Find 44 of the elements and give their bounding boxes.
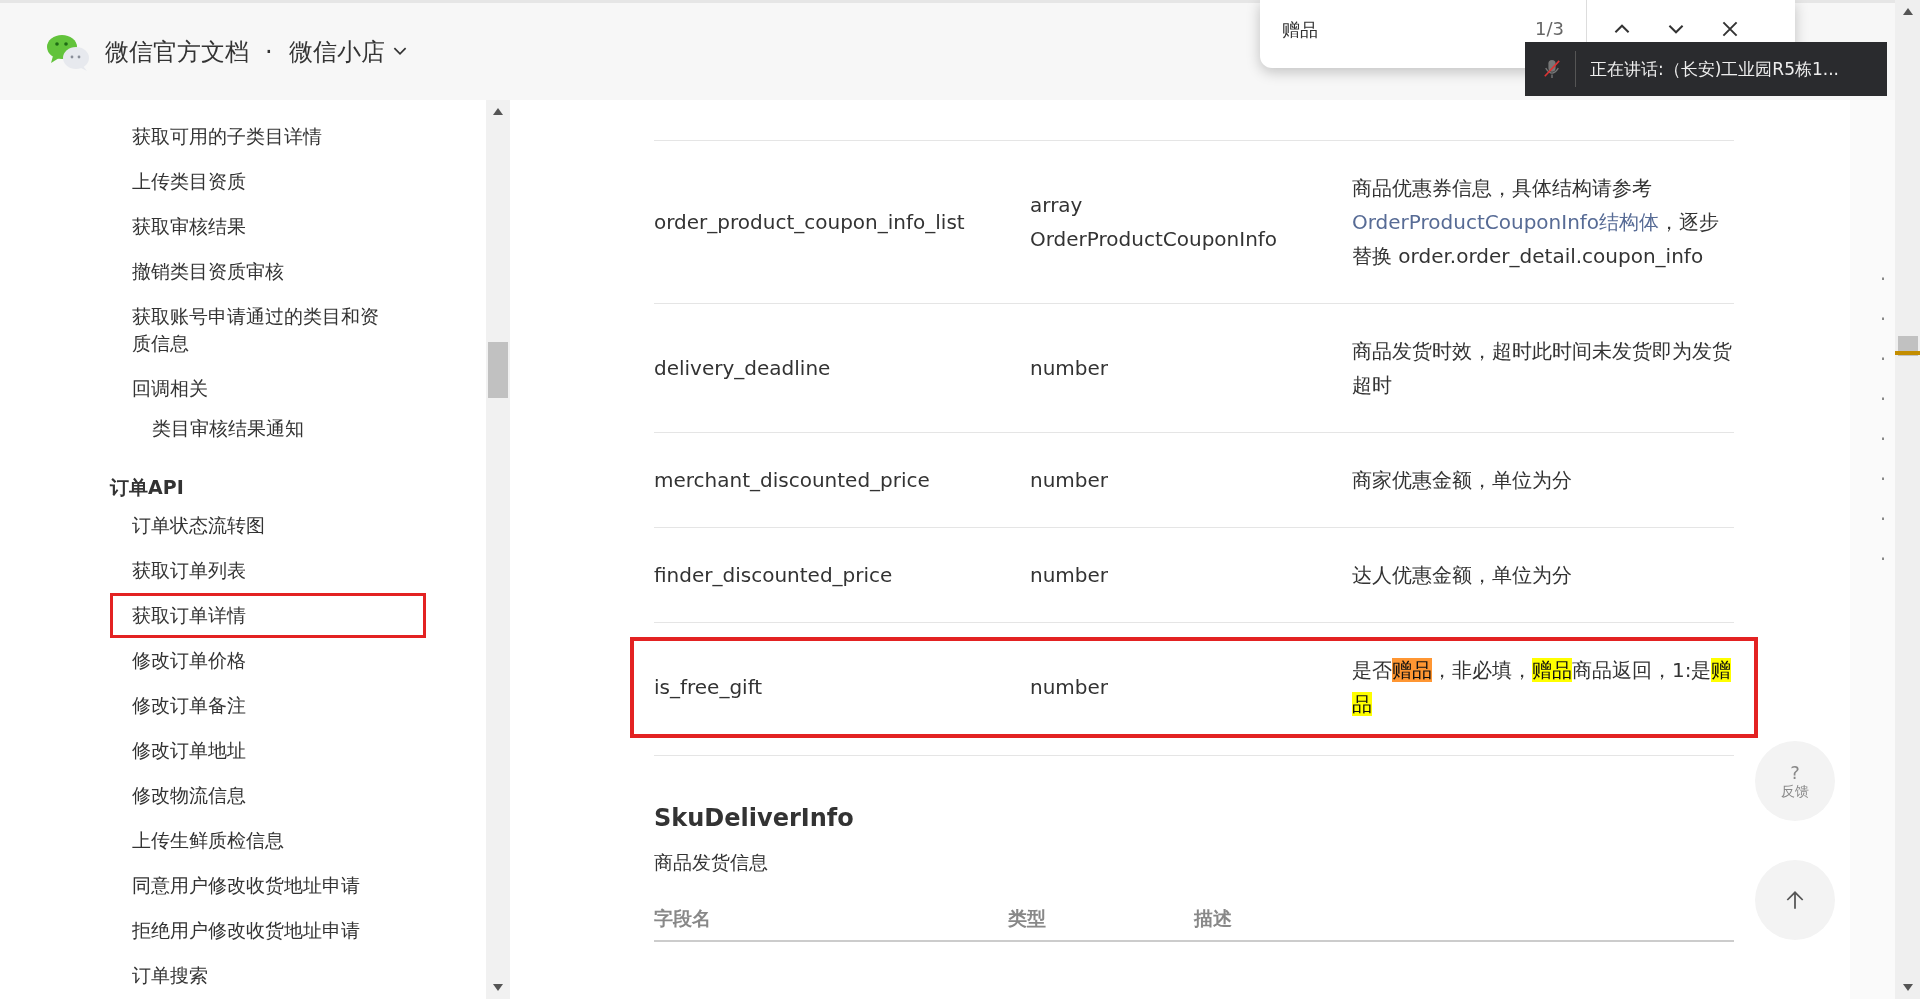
field-name-cell-text: order_product_coupon_info_list bbox=[654, 209, 966, 236]
column-header: 字段名 bbox=[654, 906, 712, 931]
section-title: SkuDeliverInfo bbox=[654, 804, 854, 832]
nav-item[interactable]: 上传生鲜质检信息 bbox=[110, 818, 410, 863]
find-input[interactable]: 赠品 bbox=[1282, 18, 1536, 42]
nav-item[interactable]: 获取订单详情 bbox=[110, 593, 426, 638]
description-cell-text: 是否赠品，非必填，赠品商品返回，1:是赠品 bbox=[1352, 657, 1733, 718]
type-cell-text: number bbox=[1030, 355, 1110, 382]
section-description: 商品发货信息 bbox=[654, 850, 769, 875]
description-cell-text: 商品优惠券信息，具体结构请参考 OrderProductCouponInfo结构体，逐步替换 order.order_detail.coupon_info bbox=[1352, 175, 1721, 270]
nav-item[interactable]: 订单状态流转图 bbox=[110, 503, 410, 548]
nav-item[interactable]: 修改订单地址 bbox=[110, 728, 410, 773]
field-name-cell-text: is_free_gift bbox=[654, 674, 764, 701]
column-header: 描述 bbox=[1194, 906, 1232, 931]
description-cell-text: 商家优惠金额，单位为分 bbox=[1352, 467, 1573, 494]
type-cell-text: number bbox=[1030, 674, 1110, 701]
notification-text: 正在讲话:（长安)工业园R5栋1... bbox=[1590, 57, 1839, 81]
description-cell-text: 商品发货时效，超时此时间未发货即为发货超时 bbox=[1352, 338, 1733, 399]
nav-item[interactable]: 撤销类目资质审核 bbox=[110, 249, 410, 294]
field-name-cell-text: finder_discounted_price bbox=[654, 562, 894, 589]
nav-item[interactable]: 修改订单价格 bbox=[110, 638, 410, 683]
nav-item[interactable]: 同意用户修改收货地址申请 bbox=[110, 863, 410, 908]
type-cell-text: array OrderProductCouponInfo bbox=[1030, 192, 1279, 253]
type-cell-text: number bbox=[1030, 562, 1110, 589]
nav-item[interactable]: 修改订单备注 bbox=[110, 683, 410, 728]
nav-item[interactable]: 获取可用的子类目详情 bbox=[110, 114, 410, 159]
site-title[interactable]: 微信官方文档 bbox=[105, 35, 249, 68]
struct-link[interactable]: OrderProductCouponInfo结构体 bbox=[1352, 210, 1660, 234]
nav-item[interactable]: 获取账号申请通过的类目和资质信息 bbox=[110, 294, 410, 366]
nav-section-title[interactable]: 订单API bbox=[110, 467, 410, 503]
description-cell-text: 达人优惠金额，单位为分 bbox=[1352, 562, 1573, 589]
product-dropdown[interactable]: 微信小店 bbox=[288, 35, 407, 68]
column-header: 类型 bbox=[1008, 906, 1047, 931]
nav-item[interactable]: 获取订单列表 bbox=[110, 548, 410, 593]
field-name-cell-text: delivery_deadline bbox=[654, 355, 832, 382]
nav-item[interactable]: 上传类目资质 bbox=[110, 159, 410, 204]
type-cell-text: number bbox=[1030, 467, 1110, 494]
nav-item[interactable]: 修改物流信息 bbox=[110, 773, 410, 818]
nav-item[interactable]: 订单搜索 bbox=[110, 953, 410, 998]
nav-item[interactable]: 获取审核结果 bbox=[110, 204, 410, 249]
field-name-cell-text: merchant_discounted_price bbox=[654, 467, 931, 494]
nav-item[interactable]: 拒绝用户修改收货地址申请 bbox=[110, 908, 410, 953]
title-separator: · bbox=[265, 37, 273, 66]
match-count: 1/3 bbox=[1535, 18, 1564, 39]
